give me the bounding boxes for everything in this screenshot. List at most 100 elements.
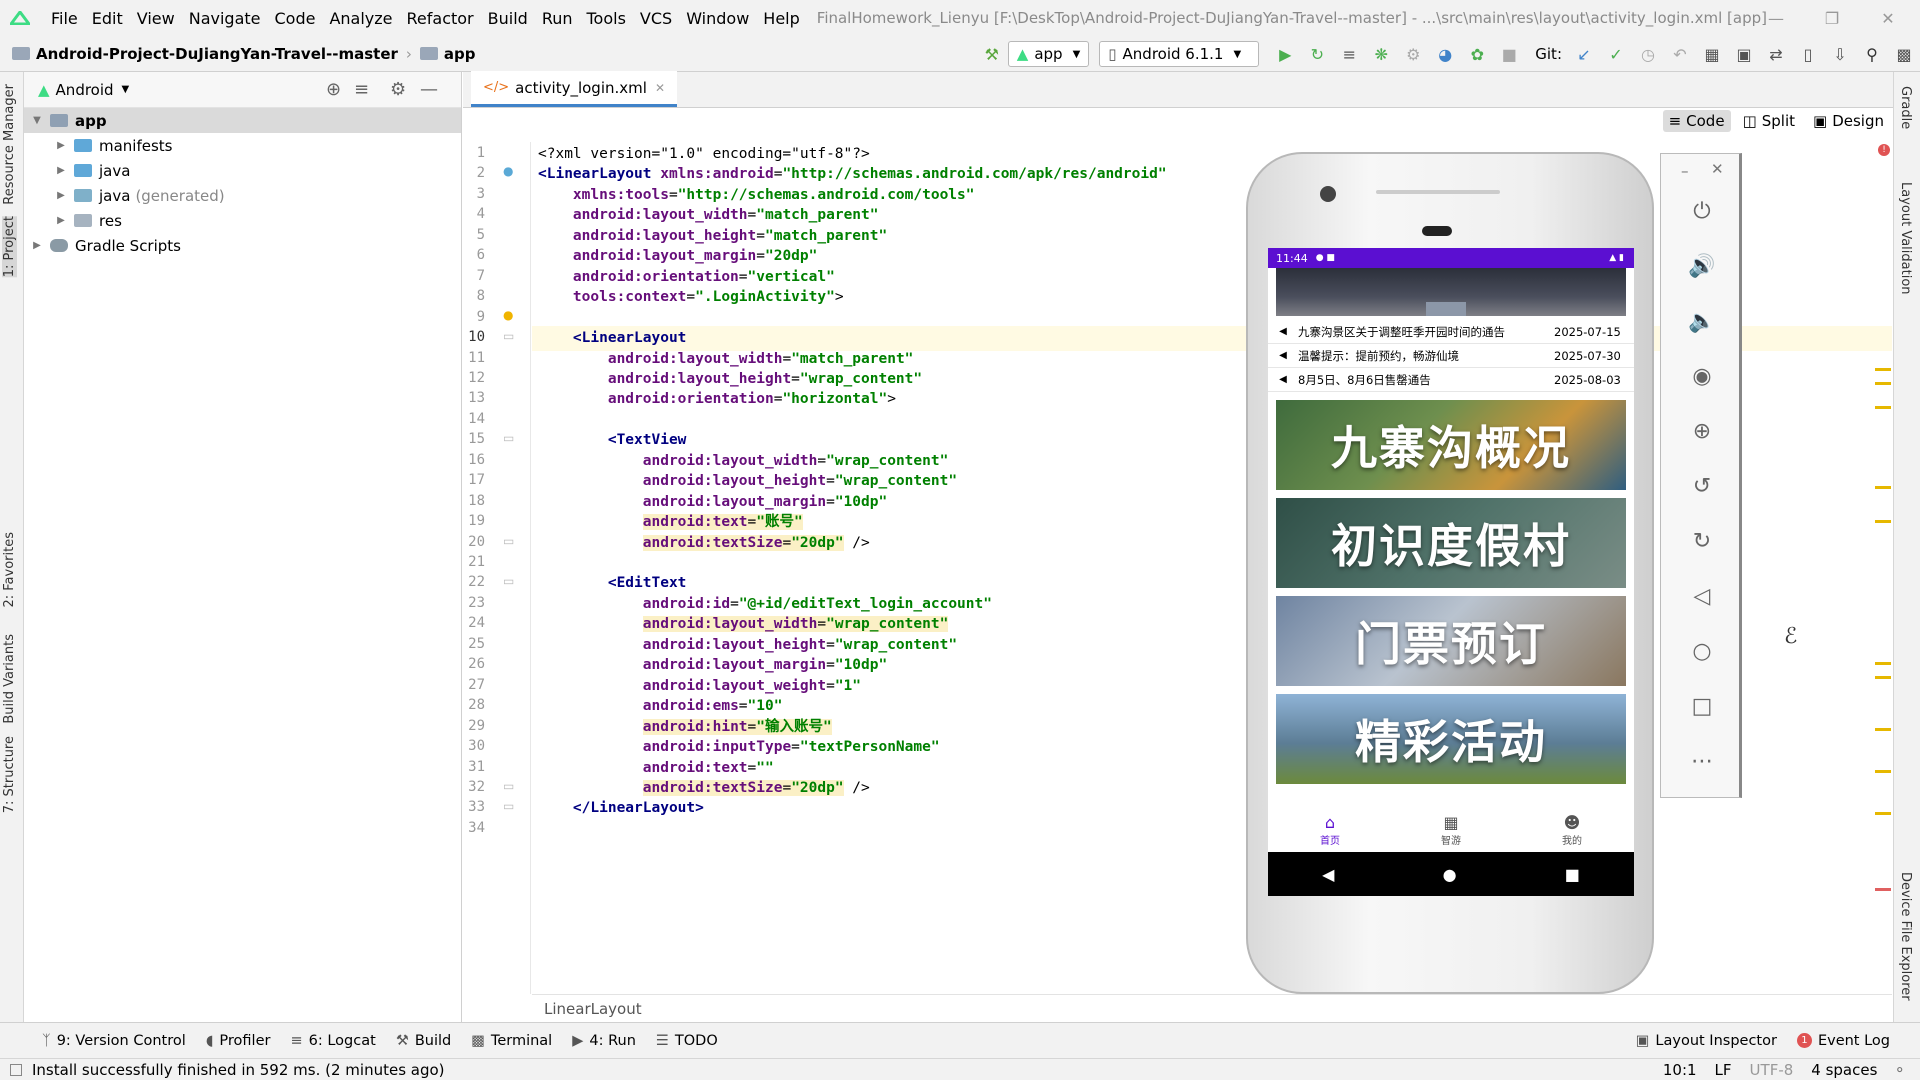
tree-row-manifests[interactable]: ▶ manifests (24, 133, 461, 158)
recents-icon[interactable]: ■ (1565, 865, 1580, 884)
search-icon[interactable]: ⚲ (1856, 41, 1888, 67)
menu-analyze[interactable]: Analyze (322, 9, 399, 28)
volume-up-icon[interactable]: 🔊 (1685, 249, 1719, 283)
fold-icon[interactable]: ▭ (503, 431, 514, 445)
status-message[interactable]: Install successfully finished in 592 ms.… (32, 1061, 445, 1079)
rotate-right-icon[interactable]: ↻ (1685, 524, 1719, 558)
error-marker[interactable] (1875, 888, 1891, 891)
tool-terminal[interactable]: ▩ Terminal (461, 1033, 562, 1049)
breadcrumb-element[interactable]: LinearLayout (544, 1000, 642, 1018)
structure-breadcrumb[interactable]: LinearLayout (532, 994, 1892, 1022)
banner-tickets[interactable]: 门票预订 (1276, 596, 1626, 686)
class-gutter-icon[interactable]: ● (503, 164, 513, 178)
menu-navigate[interactable]: Navigate (182, 9, 268, 28)
menu-view[interactable]: View (130, 9, 182, 28)
screenshot-camera-icon[interactable]: ◉ (1685, 359, 1719, 393)
tool-build[interactable]: ⚒ Build (386, 1033, 461, 1049)
sdk-manager-icon[interactable]: ⇩ (1824, 41, 1856, 67)
volume-down-icon[interactable]: 🔈 (1685, 304, 1719, 338)
close-emulator-icon[interactable]: ✕ (1711, 160, 1724, 178)
design-mode-button[interactable]: ▣ Design (1807, 110, 1890, 132)
settings-icon[interactable]: ▩ (1888, 41, 1920, 67)
inspection-marker[interactable] (1875, 770, 1891, 773)
lock-icon[interactable]: ⚬ (1893, 1061, 1906, 1079)
stop-icon[interactable]: ■ (1493, 41, 1525, 67)
collapsed-arrow-icon[interactable]: ▶ (28, 240, 46, 251)
menu-help[interactable]: Help (756, 9, 806, 28)
tab-layout-validation[interactable]: Layout Validation (1898, 182, 1913, 295)
menu-build[interactable]: Build (481, 9, 535, 28)
tool-profiler[interactable]: ◖ Profiler (196, 1033, 281, 1049)
indent-setting[interactable]: 4 spaces (1811, 1061, 1877, 1079)
overview-square-icon[interactable]: □ (1685, 689, 1719, 723)
notice-item[interactable]: ◀ 温馨提示：提前预约，畅游仙境 2025-07-30 (1268, 344, 1634, 368)
lightbulb-icon[interactable]: ● (503, 308, 513, 322)
collapsed-arrow-icon[interactable]: ▶ (52, 165, 70, 176)
back-triangle-icon[interactable]: ◁ (1685, 579, 1719, 613)
fold-icon[interactable]: ▭ (503, 534, 514, 548)
git-rollback-icon[interactable]: ↶ (1664, 41, 1696, 67)
more-options-icon[interactable]: ⋯ (1685, 744, 1719, 778)
profile-icon[interactable]: ⚙ (1397, 41, 1429, 67)
bottom-tab-me[interactable]: ☻ 我的 (1532, 813, 1612, 847)
inspection-marker[interactable] (1875, 406, 1891, 409)
hide-icon[interactable]: — (420, 79, 438, 100)
project-structure-icon[interactable]: ▦ (1696, 41, 1728, 67)
git-history-icon[interactable]: ◷ (1632, 41, 1664, 67)
close-tab-icon[interactable]: ✕ (655, 81, 665, 95)
run-config-select[interactable]: ▲ app ▼ (1007, 41, 1090, 67)
attach-debugger-icon[interactable]: ◕ (1429, 41, 1461, 67)
project-view-mode[interactable]: Android (56, 81, 114, 99)
fold-icon[interactable]: ▭ (503, 779, 514, 793)
tool-todo[interactable]: ☰ TODO (646, 1033, 728, 1049)
tool-logcat[interactable]: ≡ 6: Logcat (280, 1033, 385, 1049)
home-circle-icon[interactable]: ○ (1685, 634, 1719, 668)
tool-version-control[interactable]: ᛉ 9: Version Control (32, 1033, 196, 1049)
collapsed-arrow-icon[interactable]: ▶ (52, 190, 70, 201)
inspection-marker[interactable] (1875, 368, 1891, 371)
power-icon[interactable]: ⏻ (1685, 194, 1719, 228)
tree-row-gradle-scripts[interactable]: ▶ Gradle Scripts (24, 233, 461, 258)
menu-file[interactable]: File (44, 9, 85, 28)
menu-run[interactable]: Run (535, 9, 580, 28)
tab-structure[interactable]: 7: Structure (2, 736, 17, 813)
banner-activities[interactable]: 精彩活动 (1276, 694, 1626, 784)
status-toggle-icon[interactable] (10, 1063, 22, 1076)
line-separator[interactable]: LF (1715, 1061, 1732, 1079)
device-manager-icon[interactable]: ▯ (1792, 41, 1824, 67)
sync-gradle-icon[interactable]: ⇄ (1760, 41, 1792, 67)
expanded-arrow-icon[interactable]: ▼ (28, 115, 46, 126)
inspection-marker[interactable] (1875, 382, 1891, 385)
restore-icon[interactable]: ❐ (1804, 0, 1860, 36)
inspection-marker[interactable] (1875, 662, 1891, 665)
tool-run[interactable]: ▶ 4: Run (562, 1033, 646, 1049)
tab-gradle[interactable]: Gradle (1898, 86, 1913, 129)
top-carousel-image[interactable] (1276, 268, 1626, 316)
zoom-icon[interactable]: ⊕ (1685, 414, 1719, 448)
device-select[interactable]: ▯ Android 6.1.1 ▼ (1099, 41, 1260, 67)
bottom-tab-home[interactable]: ⌂ 首页 (1290, 813, 1370, 847)
git-update-icon[interactable]: ↙ (1568, 41, 1600, 67)
tab-favorites[interactable]: 2: Favorites (2, 532, 17, 608)
debug-icon[interactable]: ❋ (1365, 41, 1397, 67)
menu-tools[interactable]: Tools (580, 9, 633, 28)
locate-icon[interactable]: ⊕ (326, 79, 341, 100)
menu-window[interactable]: Window (679, 9, 756, 28)
menu-edit[interactable]: Edit (85, 9, 130, 28)
home-circle-icon[interactable]: ● (1443, 865, 1457, 884)
tab-resource-manager[interactable]: Resource Manager (2, 84, 17, 205)
rotate-left-icon[interactable]: ↺ (1685, 469, 1719, 503)
banner-overview[interactable]: 九寨沟概况 (1276, 400, 1626, 490)
collapsed-arrow-icon[interactable]: ▶ (52, 140, 70, 151)
apply-changes-icon[interactable]: ↻ (1301, 41, 1333, 67)
code-mode-button[interactable]: ≡ Code (1662, 110, 1731, 132)
bottom-tab-tour[interactable]: ▦ 智游 (1411, 813, 1491, 847)
tab-build-variants[interactable]: Build Variants (2, 634, 17, 724)
tab-project[interactable]: 1: Project (2, 216, 17, 278)
minimize-emulator-icon[interactable]: – (1681, 162, 1689, 180)
menu-vcs[interactable]: VCS (633, 9, 679, 28)
breadcrumb-project[interactable]: Android-Project-DuJiangYan-Travel--maste… (36, 45, 398, 63)
banner-resort[interactable]: 初识度假村 (1276, 498, 1626, 588)
breadcrumb-module[interactable]: app (444, 45, 476, 63)
inspection-marker[interactable] (1875, 728, 1891, 731)
